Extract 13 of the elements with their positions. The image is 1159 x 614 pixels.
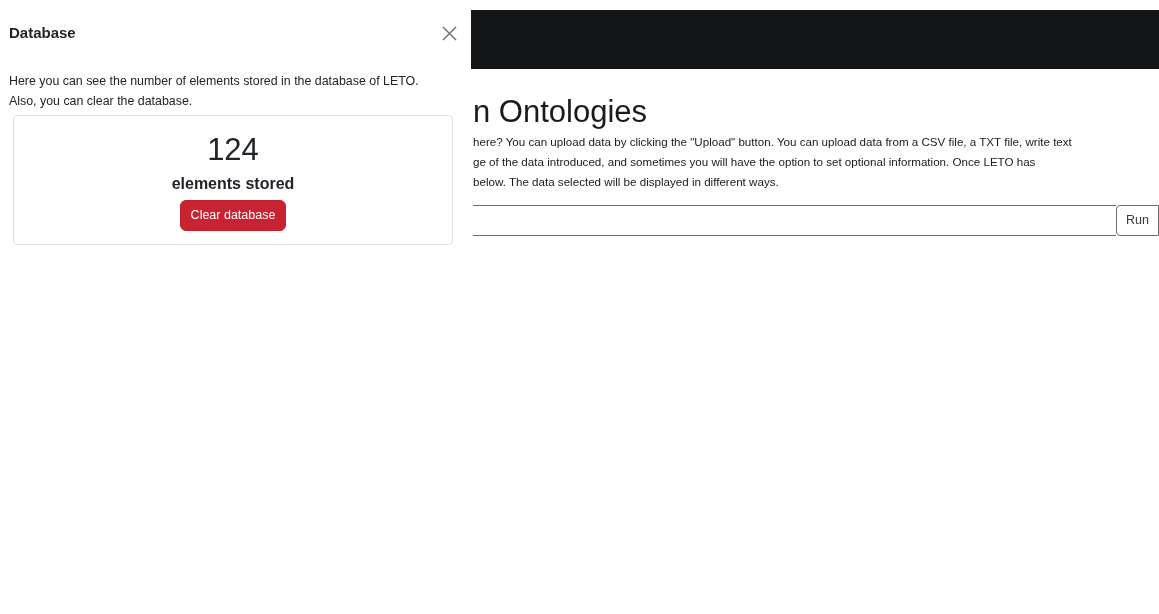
clear-database-button[interactable]: Clear database — [179, 200, 287, 231]
page-heading: n Ontologies — [473, 93, 649, 131]
element-count: 124 — [206, 132, 260, 168]
count-label: elements stored — [170, 174, 296, 194]
paragraph-line: below. The data selected will be displayed in different ways. — [473, 174, 780, 191]
input-field[interactable] — [473, 205, 1117, 237]
panel-title: Database — [9, 24, 76, 42]
panel-description: Here you can see the number of elements stored in the database of LETO. Also, you can clear the database. — [8, 73, 420, 110]
close-icon — [442, 26, 457, 41]
paragraph-line: here? You can upload data by clicking the "Upload" button. You can upload data from a CSV file, a TXT file, write text — [473, 134, 1073, 151]
paragraph-line: ge of the data introduced, and sometimes you will have the option to set optional information. Once LETO has — [473, 154, 1037, 171]
close-button[interactable] — [440, 24, 459, 43]
run-button[interactable]: Run — [1116, 205, 1159, 237]
